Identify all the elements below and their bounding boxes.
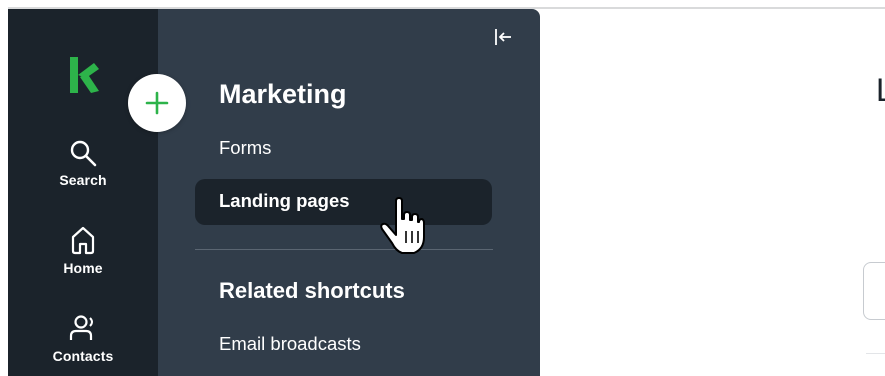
keap-logo-icon[interactable]: [66, 53, 100, 97]
add-new-button[interactable]: [128, 74, 186, 132]
plus-icon: [145, 91, 169, 115]
rail-item-label: Home: [63, 260, 103, 276]
collapse-sidebar-icon[interactable]: [492, 26, 514, 48]
rail-item-contacts[interactable]: Contacts: [8, 312, 158, 364]
home-icon: [71, 226, 95, 255]
contacts-icon: [69, 315, 93, 340]
search-icon: [70, 140, 97, 167]
main-divider: [866, 353, 885, 354]
menu-item-email-broadcasts[interactable]: Email broadcasts: [219, 333, 361, 355]
menu-divider: [195, 249, 493, 250]
related-shortcuts-title: Related shortcuts: [219, 278, 405, 303]
panel-title: Marketing: [219, 79, 347, 109]
main-card-edge: [863, 262, 885, 320]
rail-item-label: Contacts: [52, 348, 114, 364]
menu-item-forms[interactable]: Forms: [219, 137, 271, 159]
rail-item-label: Search: [59, 172, 107, 188]
menu-item-landing-pages[interactable]: Landing pages: [195, 179, 492, 225]
window-left-frame: [0, 9, 8, 376]
main-heading-fragment: L: [876, 72, 885, 108]
rail-item-search[interactable]: Search: [8, 138, 158, 188]
rail-item-home[interactable]: Home: [8, 224, 158, 276]
marketing-menu-panel: Marketing Forms Landing pages Related sh…: [158, 9, 540, 376]
menu-item-label: Landing pages: [219, 190, 350, 211]
nav-rail: Search Home Contacts: [8, 9, 158, 376]
